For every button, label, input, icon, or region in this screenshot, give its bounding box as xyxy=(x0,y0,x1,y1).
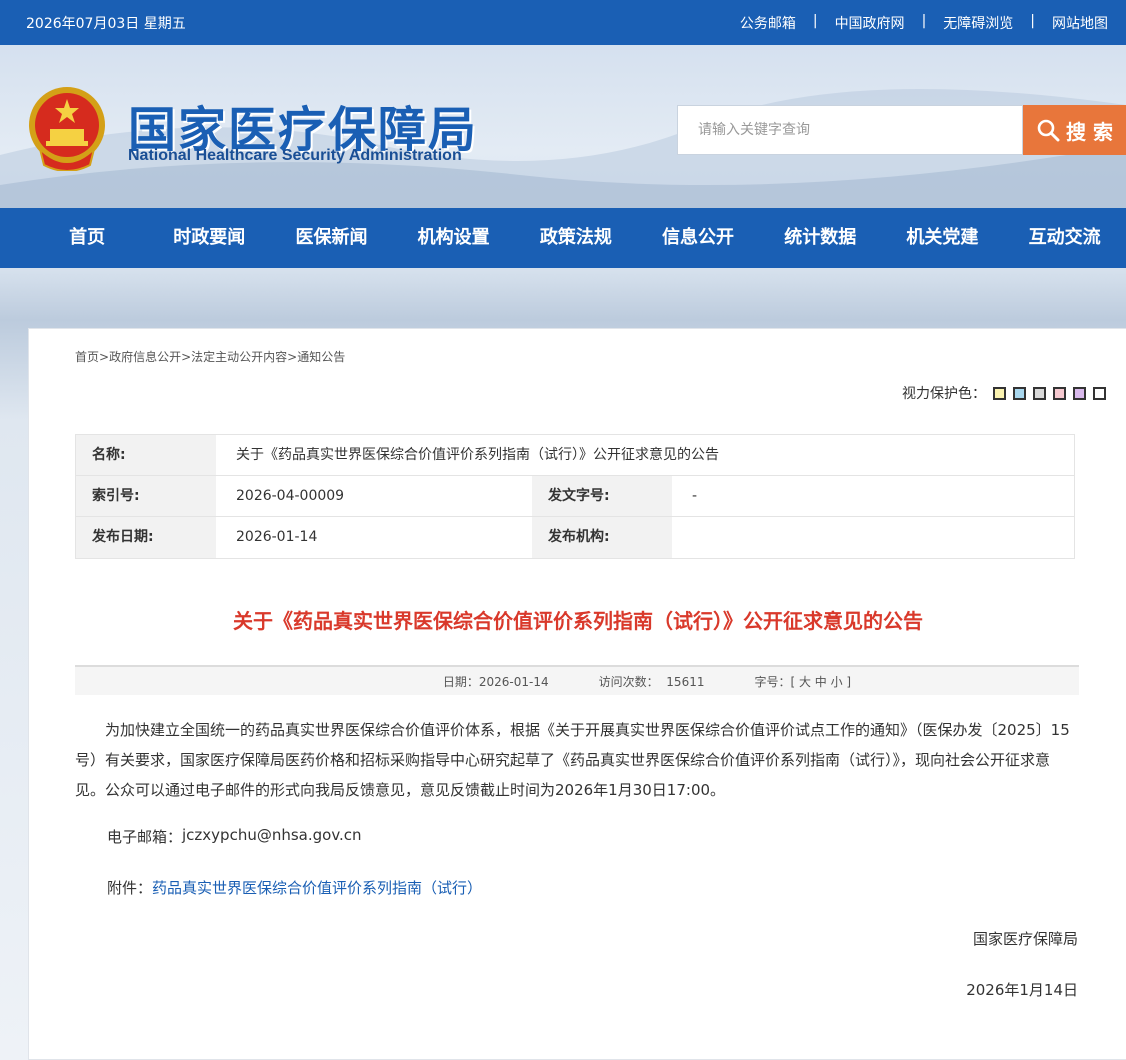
swatch-yellow[interactable] xyxy=(993,386,1006,400)
meta-name-label: 名称: xyxy=(76,435,216,475)
meta-row-index: 索引号: 2026-04-00009 发文字号: - xyxy=(76,476,1074,517)
main-nav: 首页 时政要闻 医保新闻 机构设置 政策法规 信息公开 统计数据 机关党建 互动… xyxy=(0,208,1126,268)
top-link-gov[interactable]: 中国政府网 xyxy=(835,13,905,33)
current-date: 2026年07月03日 星期五 xyxy=(26,16,186,32)
email-label: 电子邮箱： xyxy=(107,828,183,846)
meta-docno-label: 发文字号: xyxy=(532,476,672,516)
search-icon xyxy=(1037,119,1060,142)
swatch-blue[interactable] xyxy=(1013,386,1026,400)
meta-date-label: 发布日期: xyxy=(76,517,216,558)
top-link-accessibility[interactable]: 无障碍浏览 xyxy=(943,13,1013,33)
breadcrumb-disclosure[interactable]: 政府信息公开> xyxy=(109,348,191,365)
search-button-label: 搜 索 xyxy=(1066,119,1113,144)
national-emblem-icon xyxy=(29,87,105,171)
attachment-line: 附件： 药品真实世界医保综合价值评价系列指南（试行） xyxy=(107,877,482,898)
meta-date-value: 2026-01-14 xyxy=(236,529,318,545)
eye-care-label: 视力保护色： xyxy=(902,386,986,402)
meta-index-label: 索引号: xyxy=(76,476,216,516)
breadcrumb: 首页> 政府信息公开> 法定主动公开内容> 通知公告 xyxy=(75,348,345,365)
nav-item-home[interactable]: 首页 xyxy=(26,208,148,268)
swatch-gray[interactable] xyxy=(1033,386,1046,400)
swatch-white[interactable] xyxy=(1093,386,1106,400)
nav-item-news[interactable]: 医保新闻 xyxy=(270,208,392,268)
site-title-en: National Healthcare Security Administrat… xyxy=(128,147,462,164)
eye-care-colors: 视力保护色： xyxy=(902,383,1106,403)
meta-docno-value: - xyxy=(692,488,698,504)
site-header: 国家医疗保障局 National Healthcare Security Adm… xyxy=(0,45,1126,208)
breadcrumb-legal[interactable]: 法定主动公开内容> xyxy=(191,348,297,365)
document-meta-table: 名称: 关于《药品真实世界医保综合价值评价系列指南（试行）》公开征求意见的公告 … xyxy=(75,434,1075,559)
meta-org-value xyxy=(672,517,1074,558)
meta-index-value: 2026-04-00009 xyxy=(236,488,345,504)
meta-row-name: 名称: 关于《药品真实世界医保综合价值评价系列指南（试行）》公开征求意见的公告 xyxy=(76,435,1074,476)
top-links: 公务邮箱 | 中国政府网 | 无障碍浏览 | 网站地图 xyxy=(739,13,1108,33)
search-input[interactable]: 请输入关键字查询 xyxy=(677,105,1023,155)
swatch-purple[interactable] xyxy=(1073,386,1086,400)
top-bar: 2026年07月03日 星期五 公务邮箱 | 中国政府网 | 无障碍浏览 | 网… xyxy=(0,0,1126,45)
article-date: 日期：2026-01-14 xyxy=(442,674,549,689)
search-button[interactable]: 搜 索 xyxy=(1023,105,1126,155)
article-visits: 访问次数： 15611 xyxy=(598,674,705,689)
attachment-link[interactable]: 药品真实世界医保综合价值评价系列指南（试行） xyxy=(152,877,482,898)
nav-item-disclosure[interactable]: 信息公开 xyxy=(637,208,759,268)
breadcrumb-home[interactable]: 首页> xyxy=(75,348,109,365)
article-body: 为加快建立全国统一的药品真实世界医保综合价值评价体系，根据《关于开展真实世界医保… xyxy=(75,715,1079,805)
nav-item-party[interactable]: 机关党建 xyxy=(881,208,1003,268)
nav-item-policy[interactable]: 政策法规 xyxy=(515,208,637,268)
article-paragraph: 为加快建立全国统一的药品真实世界医保综合价值评价体系，根据《关于开展真实世界医保… xyxy=(75,721,1070,799)
top-link-mail[interactable]: 公务邮箱 xyxy=(740,13,796,33)
article-info-bar: 日期：2026-01-14 访问次数： 15611 字号：[ 大 中 小 ] xyxy=(75,665,1079,695)
signature-date: 2026年1月14日 xyxy=(966,981,1078,999)
email-value: jczxypchu@nhsa.gov.cn xyxy=(182,826,362,844)
signature: 国家医疗保障局 xyxy=(972,930,1078,948)
nav-item-organization[interactable]: 机构设置 xyxy=(393,208,515,268)
swatch-pink[interactable] xyxy=(1053,386,1066,400)
meta-name-value: 关于《药品真实世界医保综合价值评价系列指南（试行）》公开征求意见的公告 xyxy=(236,447,719,463)
meta-org-label: 发布机构: xyxy=(532,517,672,558)
meta-row-date: 发布日期: 2026-01-14 发布机构: xyxy=(76,517,1074,558)
content-panel: 首页> 政府信息公开> 法定主动公开内容> 通知公告 视力保护色： 名称: 关于… xyxy=(28,328,1126,1060)
nav-item-interaction[interactable]: 互动交流 xyxy=(1004,208,1126,268)
nav-item-politics[interactable]: 时政要闻 xyxy=(148,208,270,268)
font-size-control[interactable]: 字号：[ 大 中 小 ] xyxy=(754,673,851,690)
article-title: 关于《药品真实世界医保综合价值评价系列指南（试行）》公开征求意见的公告 xyxy=(233,609,923,633)
email-line: 电子邮箱： jczxypchu@nhsa.gov.cn xyxy=(107,826,362,847)
nav-item-statistics[interactable]: 统计数据 xyxy=(759,208,881,268)
attachment-label: 附件： xyxy=(107,879,153,897)
top-link-sitemap[interactable]: 网站地图 xyxy=(1052,13,1108,33)
breadcrumb-notice[interactable]: 通知公告 xyxy=(297,348,345,365)
